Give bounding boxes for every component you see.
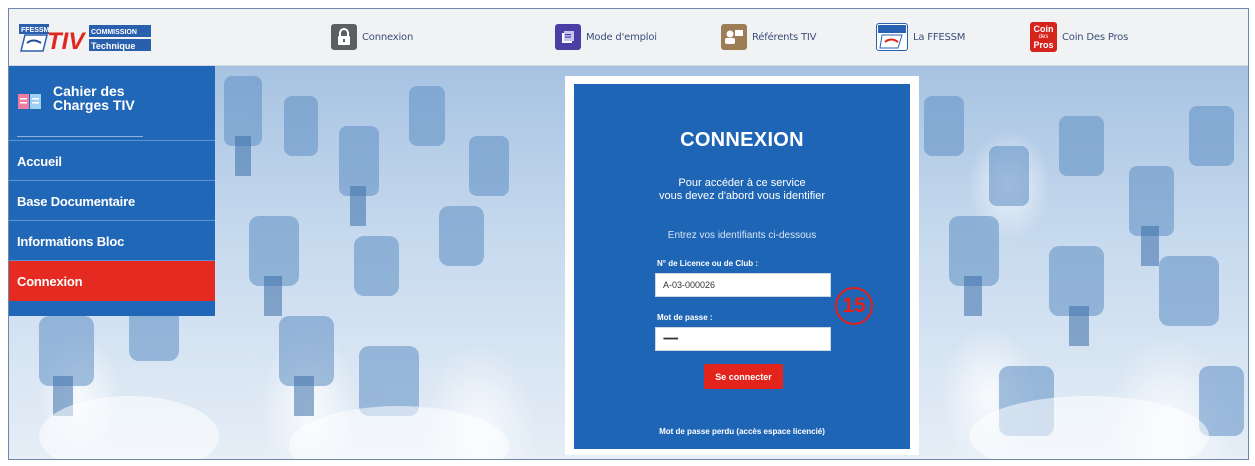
step-number-annotation: 15 xyxy=(835,287,873,325)
logo-ffessm-text: FFESSM xyxy=(21,27,50,34)
nav-mode-emploi-label: Mode d'emploi xyxy=(586,31,657,43)
login-title: CONNEXION xyxy=(680,129,804,151)
licence-input[interactable]: A-03-000026 xyxy=(655,273,831,297)
nav-ffessm-label: La FFESSM xyxy=(913,31,966,43)
sidebar-item-informations-bloc[interactable]: Informations Bloc xyxy=(9,220,215,261)
login-message-line2: vous devez d'abord vous identifier xyxy=(659,190,825,202)
coin-des-pros-icon: Coin des Pros xyxy=(1030,22,1057,52)
sidebar-item-label: Accueil xyxy=(17,153,62,169)
sidebar-title-line1: Cahier des xyxy=(53,83,125,99)
sidebar-divider xyxy=(17,136,143,137)
lock-icon xyxy=(331,24,357,50)
nav-referents-label: Référents TIV xyxy=(752,31,817,43)
logo-technique-text: Technique xyxy=(91,41,135,51)
nav-coin-des-pros-label: Coin Des Pros xyxy=(1062,31,1129,43)
page-frame: FFESSM TIV COMMISSION Technique Connexio… xyxy=(8,8,1249,460)
sidebar-title: Cahier des Charges TIV xyxy=(53,84,203,112)
logo-commission-text: COMMISSION xyxy=(91,29,137,36)
sidebar-item-accueil[interactable]: Accueil xyxy=(9,140,215,181)
login-message-line1: Pour accéder à ce service xyxy=(678,177,806,189)
sidebar-item-label: Connexion xyxy=(17,273,83,289)
password-input-value: •••••••••• xyxy=(663,335,678,343)
sidebar-header[interactable]: Cahier des Charges TIV xyxy=(9,66,215,138)
sidebar-title-line2: Charges TIV xyxy=(53,97,135,113)
login-subtitle: Entrez vos identifiants ci-dessous xyxy=(667,230,817,241)
logo-tiv-text: TIV xyxy=(47,28,86,55)
top-navigation-bar: FFESSM TIV COMMISSION Technique Connexio… xyxy=(9,9,1248,66)
login-message: Pour accéder à ce service vous devez d'a… xyxy=(574,177,910,203)
nav-coin-des-pros[interactable]: Coin des Pros Coin Des Pros xyxy=(1030,22,1128,52)
book-icon xyxy=(17,92,43,112)
password-input[interactable]: •••••••••• xyxy=(655,327,831,351)
nav-mode-emploi[interactable]: Mode d'emploi xyxy=(555,22,657,52)
sidebar: Cahier des Charges TIV Accueil Base Docu… xyxy=(9,66,215,316)
nav-ffessm[interactable]: La FFESSM xyxy=(876,22,965,52)
login-card: CONNEXION Pour accéder à ce service vous… xyxy=(574,84,910,449)
coin-badge-top: Coin xyxy=(1033,24,1054,34)
ffessm-logo-icon xyxy=(876,23,908,51)
coin-badge-bottom: Pros xyxy=(1033,40,1054,50)
nav-connexion[interactable]: Connexion xyxy=(331,22,413,52)
nav-connexion-label: Connexion xyxy=(362,31,414,43)
licence-label: N° de Licence ou de Club : xyxy=(657,259,758,268)
sidebar-item-base-documentaire[interactable]: Base Documentaire xyxy=(9,180,215,221)
sidebar-item-connexion[interactable]: Connexion xyxy=(9,260,215,301)
manual-icon xyxy=(555,24,581,50)
people-icon xyxy=(721,24,747,50)
nav-referents[interactable]: Référents TIV xyxy=(721,22,817,52)
licence-input-value: A-03-000026 xyxy=(663,280,716,290)
login-submit-button[interactable]: Se connecter xyxy=(704,364,783,389)
tiv-logo[interactable]: FFESSM TIV COMMISSION Technique xyxy=(17,21,155,55)
sidebar-item-label: Base Documentaire xyxy=(17,193,135,209)
forgot-password-link[interactable]: Mot de passe perdu (accès espace licenci… xyxy=(574,427,910,436)
password-label: Mot de passe : xyxy=(657,313,713,322)
sidebar-item-label: Informations Bloc xyxy=(17,233,125,249)
